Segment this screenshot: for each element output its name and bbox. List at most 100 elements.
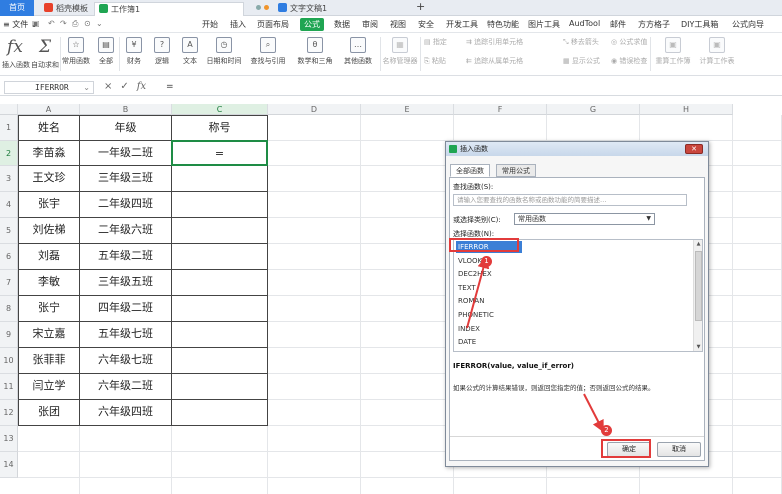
category-select[interactable]: 常用函数 ▼ [514, 213, 655, 225]
function-list-item[interactable]: PHONETIC [456, 309, 691, 321]
table-cell[interactable]: 四年级二班 [80, 296, 172, 322]
function-search-input[interactable]: 请输入您要查找的函数名称或函数功能的简要描述… [453, 194, 687, 206]
tab-all-functions[interactable]: 全部函数 [450, 164, 490, 177]
undo-icon[interactable]: ↶ [48, 19, 55, 28]
menu-item[interactable]: 页面布局 [257, 19, 289, 30]
ribbon-small-button[interactable]: ◉ 错误检查 [611, 56, 647, 66]
function-list-item[interactable]: DEC2HEX [456, 268, 691, 280]
tab-template[interactable]: 稻壳模板 [40, 2, 92, 16]
column-header-g[interactable]: G [547, 104, 640, 115]
chevron-down-icon[interactable]: ⌄ [83, 82, 90, 93]
table-cell[interactable] [172, 348, 268, 374]
ribbon-button[interactable]: ▣ 计算工作表 [697, 37, 737, 66]
function-list-item[interactable]: DATE [456, 336, 691, 348]
active-cell[interactable]: = [171, 140, 268, 166]
row-header[interactable]: 7 [0, 270, 18, 296]
menu-item[interactable]: 图片工具 [528, 19, 560, 30]
ribbon-button[interactable]: fx 插入函数 [2, 37, 30, 70]
tab-doc[interactable]: 文字文稿1 [274, 2, 400, 16]
column-header-f[interactable]: F [454, 104, 547, 115]
menu-item[interactable]: 审阅 [362, 19, 378, 30]
cancel-icon[interactable]: × [104, 81, 112, 92]
column-header-d[interactable]: D [268, 104, 361, 115]
function-list-item[interactable]: ROMAN [456, 295, 691, 307]
row-header[interactable]: 13 [0, 426, 18, 452]
row-header[interactable]: 4 [0, 192, 18, 218]
table-cell[interactable]: 张宁 [18, 296, 80, 322]
menu-item[interactable]: 开发工具 [446, 19, 478, 30]
column-header-c[interactable]: C [172, 104, 268, 115]
ribbon-button[interactable]: ⌕ 查找与引用 [246, 37, 290, 66]
table-cell[interactable]: 李苗淼 [18, 141, 80, 166]
table-cell[interactable] [172, 374, 268, 400]
table-cell[interactable] [172, 296, 268, 322]
ribbon-button[interactable]: ▣ 重算工作簿 [653, 37, 693, 66]
menu-item[interactable]: 安全 [418, 19, 434, 30]
ribbon-small-button[interactable]: ⇇ 追踪从属单元格 [466, 56, 523, 66]
table-cell[interactable]: 年级 [80, 115, 172, 141]
check-icon[interactable]: ✓ [120, 81, 128, 92]
column-header-a[interactable]: A [18, 104, 80, 115]
ribbon-button[interactable]: A 文本 [177, 37, 203, 66]
scroll-down-icon[interactable]: ▼ [694, 344, 703, 350]
ribbon-small-button[interactable]: ⤡ 移去箭头 [563, 37, 599, 47]
row-header[interactable]: 2 [0, 141, 18, 166]
scroll-up-icon[interactable]: ▲ [694, 241, 703, 247]
menu-item[interactable]: AudTool [569, 19, 600, 28]
select-all-corner[interactable] [0, 104, 18, 115]
tab-common-formulas[interactable]: 常用公式 [496, 164, 536, 177]
row-header[interactable]: 8 [0, 296, 18, 322]
menu-item[interactable]: 插入 [230, 19, 246, 30]
ribbon-small-button[interactable]: ▦ 显示公式 [563, 56, 600, 66]
table-cell[interactable]: 五年级七班 [80, 322, 172, 348]
fx-icon[interactable]: fx [137, 81, 146, 92]
menu-item[interactable]: 视图 [390, 19, 406, 30]
menu-item[interactable]: 特色功能 [487, 19, 519, 30]
table-cell[interactable] [172, 270, 268, 296]
table-cell[interactable]: 六年级二班 [80, 374, 172, 400]
table-cell[interactable] [172, 192, 268, 218]
row-header[interactable]: 14 [0, 452, 18, 478]
table-cell[interactable]: 刘磊 [18, 244, 80, 270]
row-header[interactable]: 3 [0, 166, 18, 192]
new-tab-button[interactable]: + [412, 0, 429, 14]
row-header[interactable]: 6 [0, 244, 18, 270]
row-header[interactable]: 10 [0, 348, 18, 374]
table-cell[interactable]: 五年级二班 [80, 244, 172, 270]
column-header-h[interactable]: H [640, 104, 733, 115]
table-cell[interactable]: 称号 [172, 115, 268, 141]
dropdown-icon[interactable]: ⌄ [96, 19, 103, 28]
menu-item[interactable]: 公式 [300, 18, 324, 31]
ribbon-small-button[interactable]: ⎘ 粘贴 [424, 56, 446, 66]
cancel-button[interactable]: 取消 [657, 442, 701, 457]
name-box[interactable]: IFERROR ⌄ [4, 81, 94, 94]
table-cell[interactable] [172, 400, 268, 426]
table-cell[interactable]: 宋立嘉 [18, 322, 80, 348]
close-button[interactable]: ✕ [685, 144, 703, 154]
formula-input[interactable]: = [166, 82, 174, 92]
ribbon-small-button[interactable]: ▤ 指定 [424, 37, 447, 47]
scroll-thumb[interactable] [695, 251, 702, 321]
row-header[interactable]: 12 [0, 400, 18, 426]
table-cell[interactable] [172, 244, 268, 270]
menu-item[interactable]: 公式向导 [732, 19, 764, 30]
row-header[interactable]: 11 [0, 374, 18, 400]
table-cell[interactable]: 张菲菲 [18, 348, 80, 374]
table-cell[interactable] [172, 218, 268, 244]
ribbon-small-button[interactable]: ⇉ 追踪引用单元格 [466, 37, 523, 47]
table-cell[interactable]: 三年级五班 [80, 270, 172, 296]
preview-icon[interactable]: ⊙ [84, 19, 91, 28]
ribbon-button[interactable]: ☆ 常用函数 [62, 37, 90, 66]
ribbon-button[interactable]: θ 数学和三角 [293, 37, 337, 66]
menu-item[interactable]: 邮件 [610, 19, 626, 30]
print-icon[interactable]: ⎙ [72, 19, 78, 29]
ribbon-button[interactable]: … 其他函数 [340, 37, 376, 66]
column-header-e[interactable]: E [361, 104, 454, 115]
row-header[interactable]: 1 [0, 115, 18, 141]
tab-workbook[interactable]: 工作簿1 [94, 2, 244, 16]
column-header-b[interactable]: B [80, 104, 172, 115]
table-cell[interactable]: 张宇 [18, 192, 80, 218]
table-cell[interactable]: 二年级六班 [80, 218, 172, 244]
menu-item[interactable]: 数据 [334, 19, 350, 30]
ribbon-button[interactable]: ¥ 财务 [121, 37, 147, 66]
